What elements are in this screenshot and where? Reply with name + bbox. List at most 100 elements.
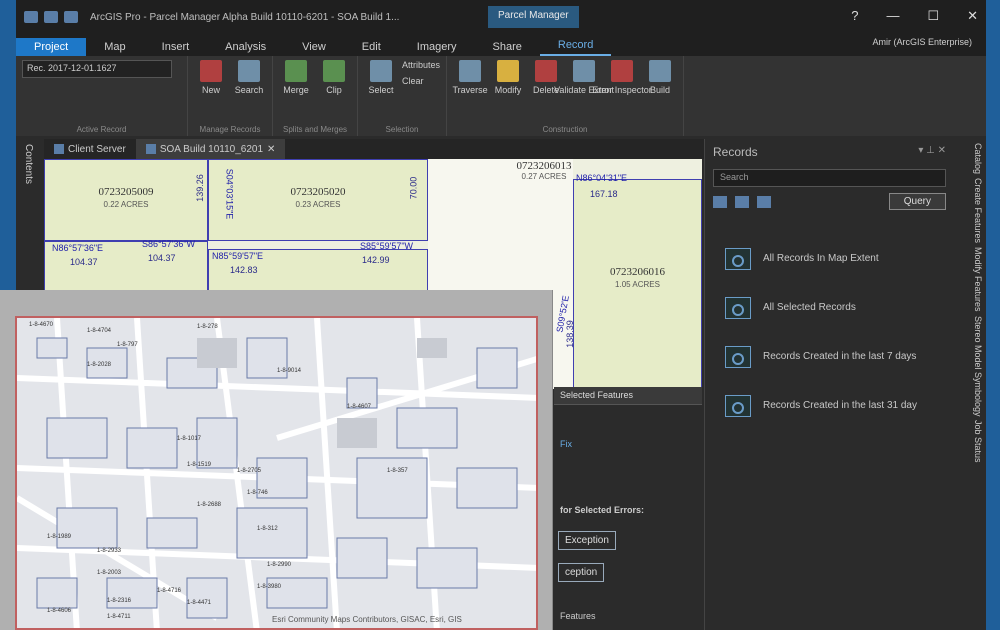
merge-icon bbox=[285, 60, 307, 82]
tab-analysis[interactable]: Analysis bbox=[207, 38, 284, 56]
close-tab-icon[interactable]: ✕ bbox=[267, 144, 275, 155]
tab-map[interactable]: Map bbox=[86, 38, 143, 56]
traverse-icon bbox=[459, 60, 482, 82]
dimension-label: 142.99 bbox=[362, 255, 390, 265]
records-pane-header: Records ▾ ⊥ ✕ bbox=[713, 145, 946, 159]
tab-stereo-model-symbology[interactable]: Stereo Model Symbology bbox=[973, 316, 983, 417]
map-icon bbox=[145, 144, 156, 154]
dimension-label: 138.39 bbox=[564, 320, 575, 348]
window-controls: ? — ☐ ✕ bbox=[851, 8, 978, 24]
search-icon bbox=[238, 60, 260, 82]
active-record-select[interactable]: Rec. 2017-12-01.1627 bbox=[22, 60, 172, 78]
records-item[interactable]: All Selected Records bbox=[725, 283, 954, 332]
right-side-tabs: Catalog Create Features Modify Features … bbox=[970, 139, 986, 630]
query-records-icon bbox=[725, 247, 751, 270]
dimension-label: 142.83 bbox=[230, 265, 258, 275]
group-construction: Traverse Modify Delete Validate Extent E… bbox=[447, 56, 685, 136]
title-bar: ArcGIS Pro - Parcel Manager Alpha Build … bbox=[16, 0, 986, 34]
tab-view[interactable]: View bbox=[284, 38, 344, 56]
tab-share[interactable]: Share bbox=[475, 38, 540, 56]
error-inspector-icon bbox=[611, 60, 634, 82]
context-tab-parcel-manager[interactable]: Parcel Manager bbox=[488, 6, 579, 28]
tab-imagery[interactable]: Imagery bbox=[399, 38, 475, 56]
records-pane: Records ▾ ⊥ ✕ Search Query All Records I… bbox=[704, 139, 954, 630]
error-inspector-pane: Fix for Selected Errors: Exception cepti… bbox=[554, 389, 702, 630]
search-record-button[interactable]: Search bbox=[232, 60, 266, 95]
group-label: Construction bbox=[542, 125, 588, 134]
dimension-label: 167.18 bbox=[590, 189, 618, 199]
modify-button[interactable]: Modify bbox=[491, 60, 525, 95]
help-button[interactable]: ? bbox=[851, 8, 858, 24]
selected-errors-heading: for Selected Errors: bbox=[560, 505, 645, 515]
clear-button[interactable]: Clear bbox=[402, 76, 440, 86]
select-button[interactable]: Select bbox=[364, 60, 398, 95]
fix-link[interactable]: Fix bbox=[560, 439, 572, 449]
dimension-label: 104.37 bbox=[148, 253, 176, 263]
delete-icon bbox=[535, 60, 558, 82]
tab-client-server[interactable]: Client Server bbox=[44, 139, 136, 159]
build-icon bbox=[649, 60, 672, 82]
document-tabs: Client Server SOA Build 10110_6201 ✕ bbox=[44, 139, 704, 159]
group-label: Selection bbox=[385, 125, 419, 134]
filter-icon[interactable] bbox=[713, 195, 727, 208]
overlay-map-frame: 1-8-4670 1-8-4704 1-8-2028 1-8-797 1-8-2… bbox=[0, 290, 553, 630]
close-button[interactable]: ✕ bbox=[967, 8, 978, 24]
save-icon[interactable] bbox=[24, 11, 38, 23]
group-label: Active Record bbox=[76, 125, 127, 134]
merge-button[interactable]: Merge bbox=[279, 60, 313, 95]
traverse-button[interactable]: Traverse bbox=[452, 60, 488, 95]
new-record-icon bbox=[200, 60, 222, 82]
build-button[interactable]: Build bbox=[643, 60, 677, 95]
clip-icon bbox=[323, 60, 345, 82]
records-search-input[interactable]: Search bbox=[713, 169, 946, 187]
parcel[interactable]: 0723205020 0.23 ACRES bbox=[208, 159, 428, 241]
dimension-label: 104.37 bbox=[70, 257, 98, 267]
records-item[interactable]: Records Created in the last 7 days bbox=[725, 332, 954, 381]
parcel[interactable]: 0723206016 1.05 ACRES bbox=[573, 179, 702, 389]
tab-create-features[interactable]: Create Features bbox=[973, 178, 983, 243]
dimension-label: 70.00 bbox=[408, 176, 419, 200]
records-item[interactable]: Records Created in the last 31 day bbox=[725, 381, 954, 430]
map-icon bbox=[54, 144, 64, 154]
user-account[interactable]: Amir (ArcGIS Enterprise) bbox=[872, 37, 972, 47]
open-icon[interactable] bbox=[44, 11, 58, 23]
minimize-button[interactable]: — bbox=[886, 8, 899, 24]
tab-selected-features[interactable]: Selected Features bbox=[554, 387, 702, 405]
modify-icon bbox=[497, 60, 520, 82]
query-records-icon bbox=[725, 296, 751, 319]
undo-icon[interactable] bbox=[64, 11, 78, 23]
attributes-button[interactable]: Attributes bbox=[402, 60, 440, 70]
bearing-label: N85°59'57"E bbox=[212, 251, 264, 261]
tab-edit[interactable]: Edit bbox=[344, 38, 399, 56]
overlay-parcel-map[interactable]: 1-8-4670 1-8-4704 1-8-2028 1-8-797 1-8-2… bbox=[15, 316, 538, 630]
group-manage-records: New Search Manage Records bbox=[188, 56, 273, 136]
pin-icon[interactable]: ▾ ⊥ ✕ bbox=[918, 145, 946, 156]
error-inspector-button[interactable]: Error Inspector bbox=[592, 60, 652, 95]
tab-soa-build[interactable]: SOA Build 10110_6201 ✕ bbox=[135, 139, 286, 159]
layer-icon[interactable] bbox=[757, 195, 771, 208]
window-title: ArcGIS Pro - Parcel Manager Alpha Build … bbox=[90, 11, 400, 23]
maximize-button[interactable]: ☐ bbox=[927, 8, 939, 24]
tab-catalog[interactable]: Catalog bbox=[973, 143, 983, 174]
parcel[interactable]: 0723205009 0.22 ACRES bbox=[44, 159, 208, 241]
query-records-icon bbox=[725, 394, 751, 417]
tab-job-status[interactable]: Job Status bbox=[973, 420, 983, 463]
tab-modify-features[interactable]: Modify Features bbox=[973, 247, 983, 312]
query-button[interactable]: Query bbox=[888, 193, 946, 210]
validate-icon bbox=[573, 60, 596, 82]
tab-insert[interactable]: Insert bbox=[144, 38, 208, 56]
query-records-icon bbox=[725, 345, 751, 368]
clear-exception-button[interactable]: ception bbox=[558, 563, 605, 582]
sort-icon[interactable] bbox=[735, 195, 749, 208]
records-toolbar: Query bbox=[713, 193, 946, 210]
bearing-label: S86°57'36"W bbox=[142, 239, 196, 249]
group-label: Splits and Merges bbox=[282, 125, 348, 134]
records-item[interactable]: All Records In Map Extent bbox=[725, 234, 954, 283]
new-record-button[interactable]: New bbox=[194, 60, 228, 95]
tab-project[interactable]: Project bbox=[16, 38, 87, 56]
group-active-record: Rec. 2017-12-01.1627 Active Record bbox=[16, 56, 188, 136]
select-cursor-icon bbox=[370, 60, 392, 82]
mark-exception-button[interactable]: Exception bbox=[558, 531, 616, 550]
tab-record[interactable]: Record bbox=[539, 36, 612, 56]
clip-button[interactable]: Clip bbox=[317, 60, 351, 95]
